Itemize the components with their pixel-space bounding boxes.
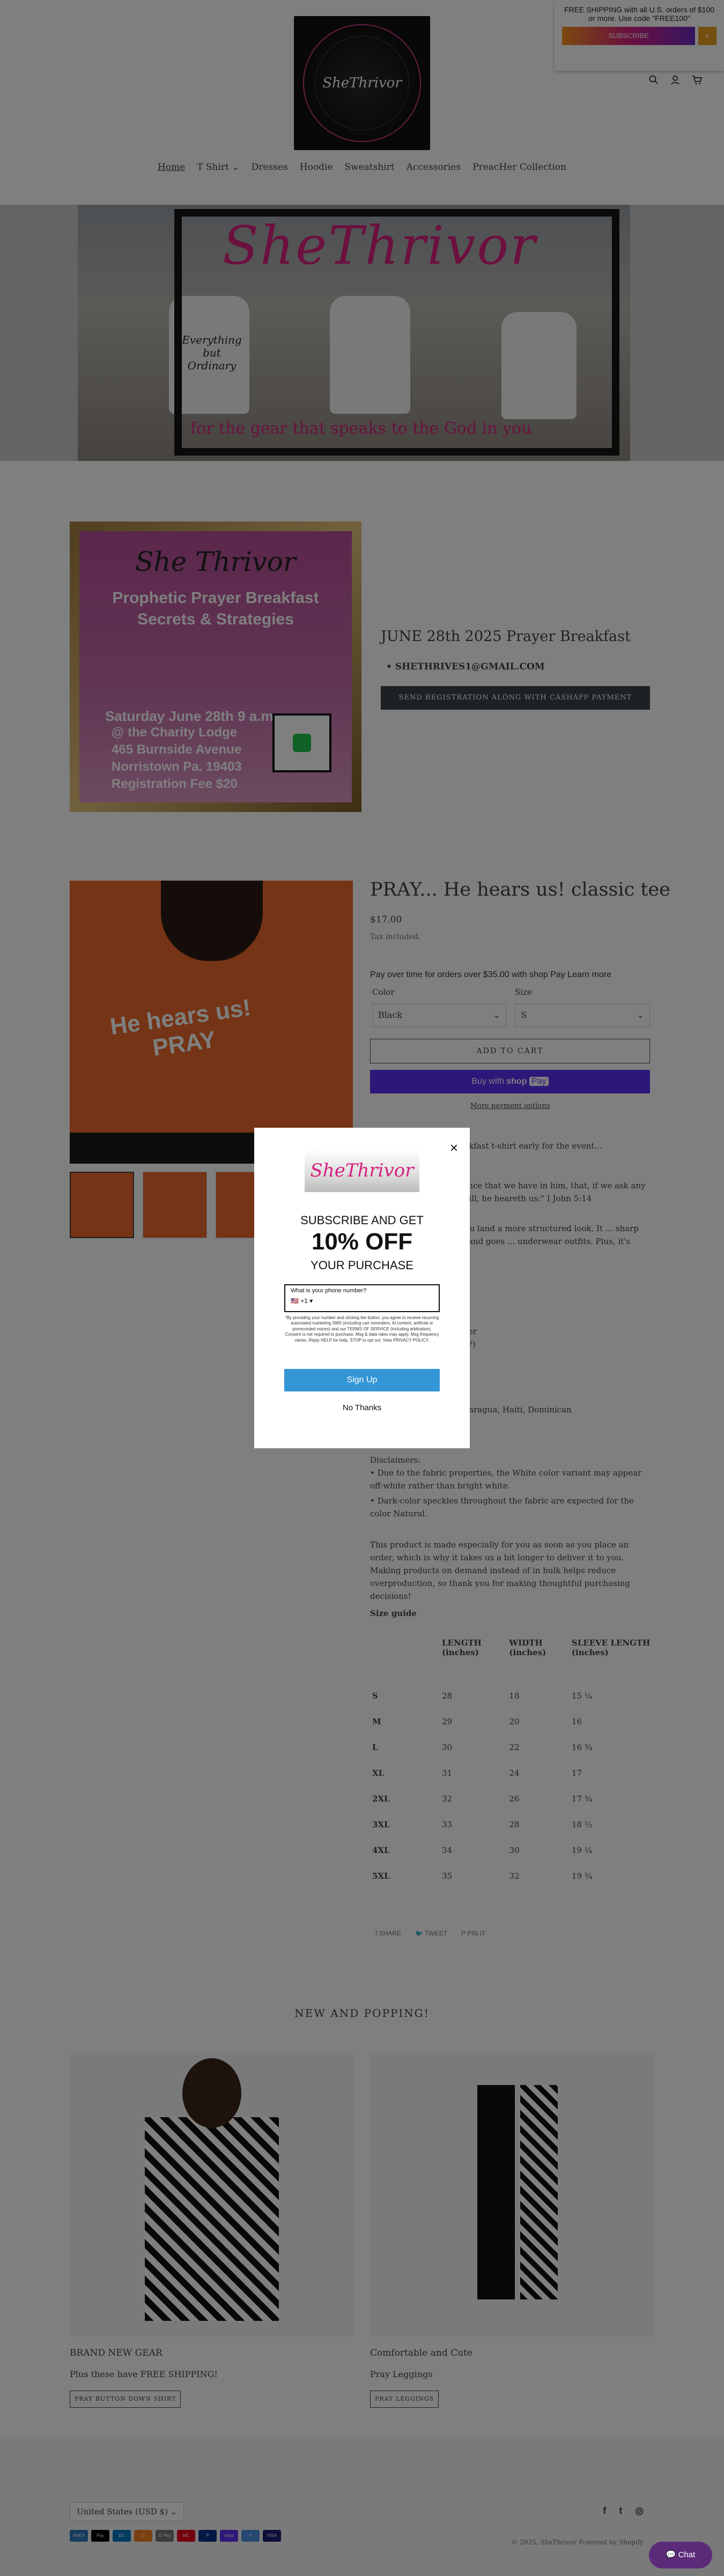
- modal-line1: SUBSCRIBE AND GET: [300, 1213, 424, 1227]
- no-thanks-button[interactable]: No Thanks: [254, 1403, 470, 1412]
- consent-text: *By providing your number and clicking t…: [285, 1315, 439, 1343]
- chat-label: Chat: [678, 2550, 696, 2559]
- subscribe-modal: × SheThrivor SUBSCRIBE AND GET 10% OFF Y…: [254, 1128, 470, 1448]
- signup-button[interactable]: Sign Up: [284, 1369, 440, 1391]
- modal-logo: SheThrivor: [305, 1149, 419, 1192]
- chat-button[interactable]: 💬 Chat: [649, 2542, 712, 2568]
- phone-label: What is your phone number?: [291, 1287, 367, 1294]
- modal-line3: YOUR PURCHASE: [311, 1259, 413, 1272]
- chat-icon: 💬: [666, 2550, 678, 2559]
- phone-input[interactable]: What is your phone number? 🇺🇸 +1 ▾: [284, 1284, 440, 1312]
- country-code-select[interactable]: 🇺🇸 +1 ▾: [291, 1297, 433, 1305]
- close-icon[interactable]: ×: [450, 1140, 458, 1156]
- modal-line2: 10% OFF: [311, 1229, 413, 1255]
